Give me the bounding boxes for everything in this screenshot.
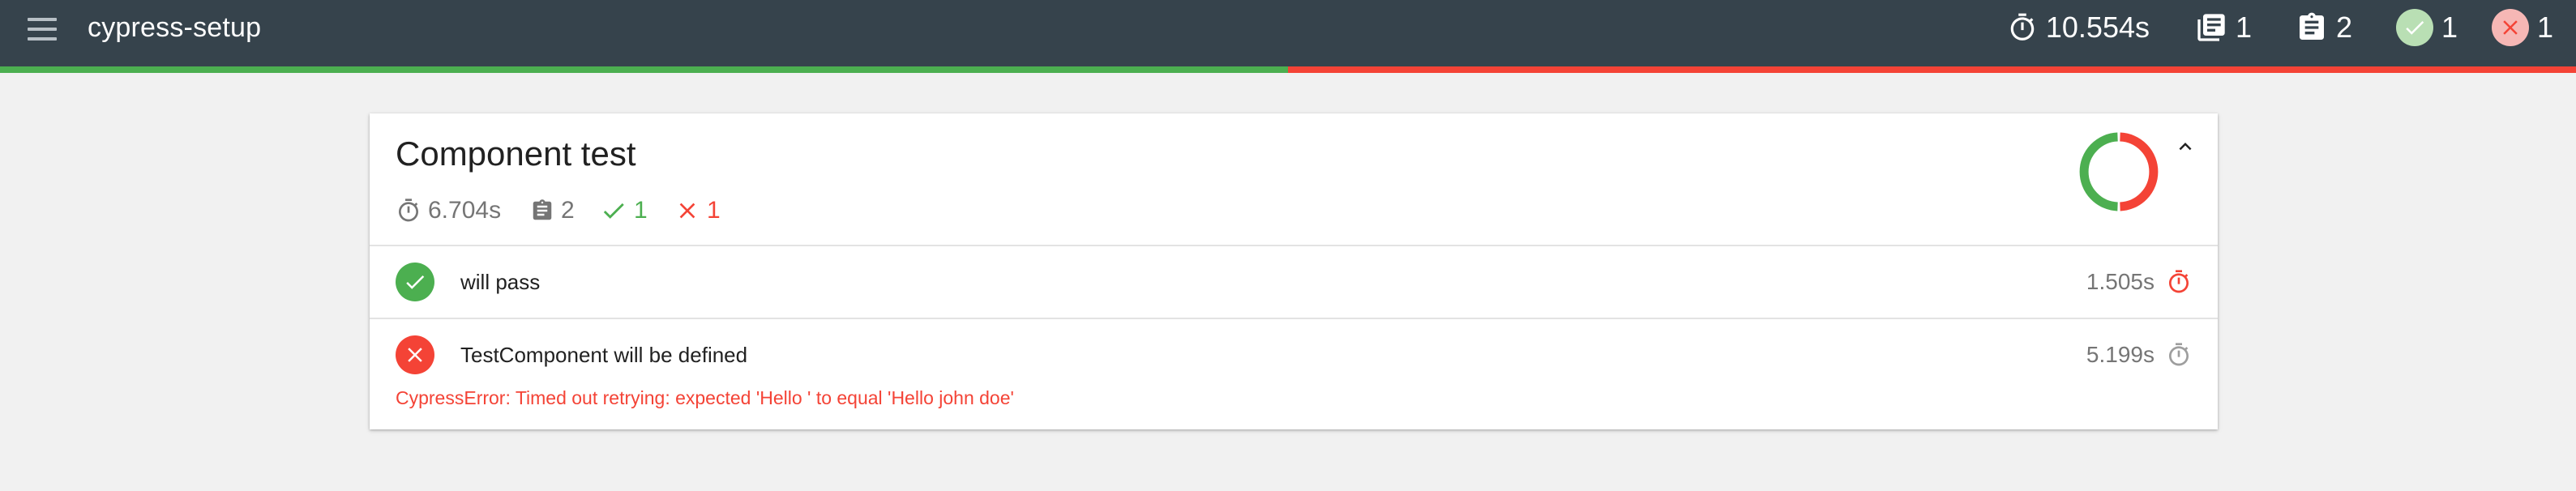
tests-clipboard-icon: [533, 199, 552, 220]
suites-stat[interactable]: 1: [2195, 6, 2252, 49]
progress-failed-segment: [1288, 66, 2576, 73]
failed-x-icon: [396, 335, 434, 374]
duration-stat: 10.554s: [2007, 6, 2150, 49]
test-title: TestComponent will be defined: [460, 343, 748, 367]
suites-count: 1: [2235, 11, 2252, 44]
chevron-up-icon[interactable]: [2171, 134, 2200, 159]
failed-x-icon: [2491, 9, 2529, 46]
passed-check-icon: [396, 263, 434, 301]
passed-check-icon: [2395, 9, 2433, 46]
test-duration: 5.199s: [2086, 342, 2155, 367]
failed-count: 1: [2536, 11, 2553, 44]
tests-clipboard-icon: [2299, 12, 2324, 40]
close-icon: [679, 203, 695, 219]
test-error-message: CypressError: Timed out retrying: expect…: [396, 387, 1014, 408]
pass-fail-progress-bar: [0, 66, 2576, 73]
menu-icon[interactable]: [26, 15, 58, 44]
suites-icon: [2197, 14, 2225, 41]
tests-count: 2: [2335, 11, 2352, 44]
check-icon: [603, 203, 624, 219]
suite-passed-value: 1: [634, 197, 648, 224]
suite-tests: 2: [530, 193, 575, 228]
passed-count: 1: [2441, 11, 2458, 44]
slow-timer-icon: [2169, 270, 2189, 293]
suite-card: Component test 6.704s 2 1 1 will pass 1.…: [370, 113, 2218, 429]
donut-passed-arc: [2079, 132, 2118, 211]
test-row[interactable]: will pass 1.505s: [370, 246, 2218, 318]
suite-duration: 6.704s: [396, 193, 501, 228]
timer-icon: [2169, 343, 2189, 366]
test-duration: 1.505s: [2086, 269, 2155, 294]
timer-icon: [2010, 13, 2035, 41]
failed-stat[interactable]: 1: [2491, 6, 2553, 49]
test-title: will pass: [460, 270, 541, 294]
suite-tests-value: 2: [561, 197, 575, 224]
timer-icon: [399, 199, 418, 222]
suite-title: Component test: [396, 134, 636, 173]
tests-stat[interactable]: 2: [2296, 6, 2352, 49]
test-row[interactable]: TestComponent will be defined 5.199s Cyp…: [370, 319, 2218, 429]
donut-failed-arc: [2120, 132, 2159, 211]
suite-failed: 1: [674, 193, 721, 228]
top-navbar: cypress-setup 10.554s 1 2 1 1: [0, 0, 2576, 66]
progress-passed-segment: [0, 66, 1288, 73]
suite-duration-value: 6.704s: [428, 197, 502, 224]
suite-failed-value: 1: [707, 197, 721, 224]
pass-fail-donut-chart: [2079, 132, 2159, 211]
total-duration: 10.554s: [2045, 11, 2150, 44]
passed-stat[interactable]: 1: [2395, 6, 2458, 49]
suite-passed: 1: [600, 193, 648, 228]
app-title: cypress-setup: [88, 12, 262, 43]
